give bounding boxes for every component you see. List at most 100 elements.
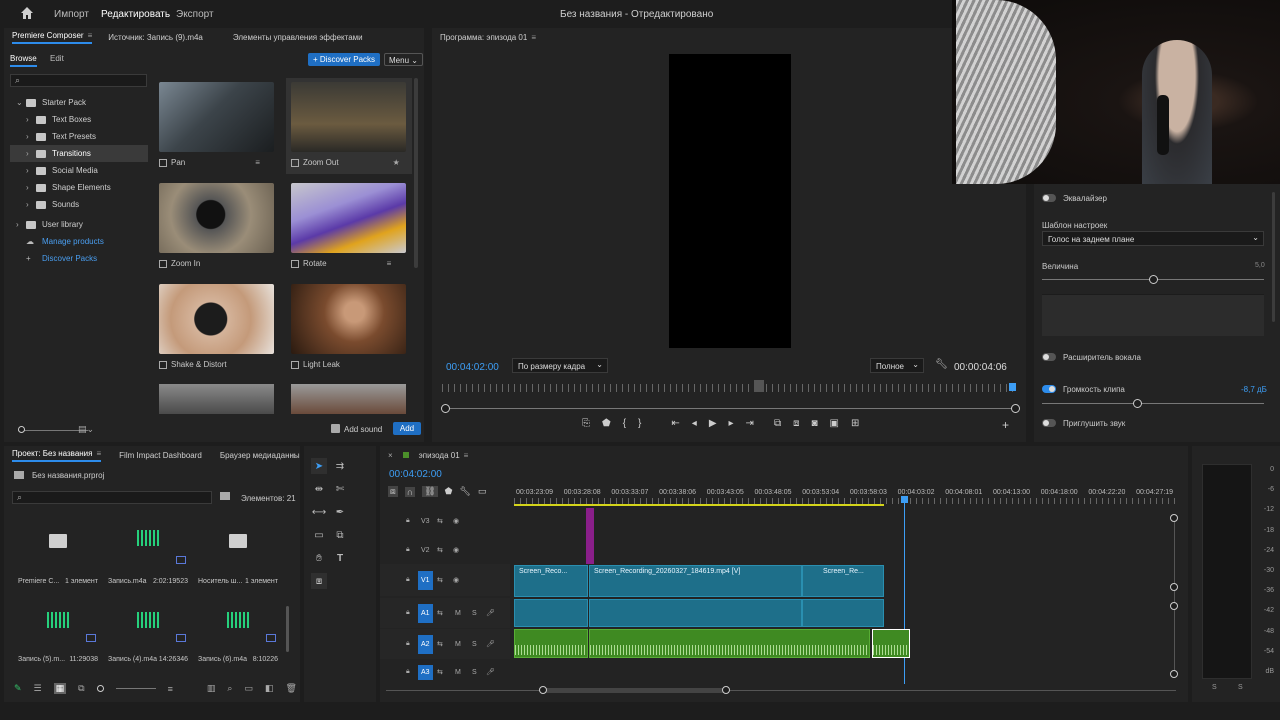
tree-item-starter-pack[interactable]: ⌄ Starter Pack xyxy=(10,94,148,111)
menu-import[interactable]: Импорт xyxy=(54,9,89,20)
clip-v1-a[interactable]: Screen_Reco... xyxy=(514,565,588,597)
tree-item-text-presets[interactable]: › Text Presets xyxy=(10,128,148,145)
clip-a1-c[interactable] xyxy=(802,599,884,627)
menu-icon[interactable]: ≡ xyxy=(255,158,260,167)
snap-icon[interactable]: ∩ xyxy=(404,486,416,497)
export-frame-icon[interactable]: ⎘ xyxy=(582,418,590,429)
project-item-zapis-6[interactable]: Запись (6).m4a 8:10226 xyxy=(198,612,278,672)
list-view-icon[interactable]: ☰ xyxy=(34,683,42,694)
timeline-hscroll-left[interactable] xyxy=(539,686,547,694)
quality-select[interactable]: Полное ⌄ xyxy=(870,358,924,373)
sync-lock-icon[interactable]: ⇆ xyxy=(437,609,443,617)
tab-media-browser[interactable]: Браузер медиаданны xyxy=(220,451,300,460)
ripple-edit-tool-icon[interactable]: ⇹ xyxy=(311,481,327,497)
timeline-hscroll-right[interactable] xyxy=(722,686,730,694)
tree-item-user-library[interactable]: › User library xyxy=(10,216,148,233)
clip-a1-a[interactable] xyxy=(514,599,588,627)
clip-volume-value[interactable]: -8,7 дБ xyxy=(1241,385,1267,394)
sync-lock-icon[interactable]: ⇆ xyxy=(437,517,443,525)
menu-button[interactable]: Menu ⌄ xyxy=(384,53,423,66)
zoom-knob[interactable] xyxy=(96,685,104,692)
new-item-icon[interactable]: ◧ xyxy=(265,683,274,694)
add-sound-checkbox[interactable] xyxy=(331,424,340,433)
sort-icon[interactable]: ≡ xyxy=(168,684,173,694)
project-item-zapis-4[interactable]: Запись (4).m4a 14:26346 xyxy=(108,612,188,672)
clip-v1-c[interactable]: Screen_Re... xyxy=(802,565,884,597)
tree-item-transitions[interactable]: › Transitions xyxy=(10,145,148,162)
eye-icon[interactable]: ◉ xyxy=(453,517,459,525)
trash-icon[interactable]: 🗑︎ xyxy=(285,683,296,694)
thumb-zoom-in[interactable]: Zoom In xyxy=(159,183,277,276)
clip-volume-knob[interactable] xyxy=(1133,399,1142,408)
discover-packs-button[interactable]: + Discover Packs xyxy=(308,53,381,66)
tab-sequence[interactable]: эпизода 01 ≡ xyxy=(419,451,469,460)
remix-tool-icon[interactable]: ⧉ xyxy=(332,527,348,543)
type-tool-icon[interactable]: T xyxy=(332,550,348,566)
meter-solo-right[interactable]: S xyxy=(1238,684,1243,691)
lock-icon[interactable]: 🔒︎ xyxy=(406,576,410,584)
pen-tool-icon[interactable]: ✒ xyxy=(332,504,348,520)
wrench-icon[interactable]: 🔧︎ xyxy=(459,486,470,497)
lock-icon[interactable]: 🔒︎ xyxy=(406,517,410,525)
manage-products-link[interactable]: ☁ Manage products xyxy=(10,233,148,250)
thumb-size-knob[interactable] xyxy=(18,426,25,433)
program-zoom-bar[interactable] xyxy=(446,408,1016,409)
program-zoom-right-knob[interactable] xyxy=(1011,404,1020,413)
play-icon[interactable]: ▶ xyxy=(709,418,717,429)
project-search-input[interactable]: ⌕ xyxy=(12,491,212,504)
go-to-out-icon[interactable]: ⇥ xyxy=(746,418,754,429)
thumb-shake-distort[interactable]: Shake & Distort xyxy=(159,284,277,377)
thumb-rotate[interactable]: Rotate ≡ xyxy=(291,183,409,276)
sync-lock-icon[interactable]: ⇆ xyxy=(437,546,443,554)
solo-icon[interactable]: S xyxy=(472,641,477,648)
timeline-vscroll[interactable] xyxy=(1174,516,1175,678)
mute-icon[interactable]: M xyxy=(455,669,461,676)
track-area[interactable]: Screen_Reco... Screen_Recording_20260327… xyxy=(514,508,1174,686)
discover-packs-link[interactable]: + Discover Packs xyxy=(10,250,148,267)
composer-scrollbar[interactable] xyxy=(414,78,418,268)
program-timecode-left[interactable]: 00:04:02:00 xyxy=(446,362,499,373)
lock-icon[interactable]: 🔒︎ xyxy=(406,546,410,554)
tree-item-text-boxes[interactable]: › Text Boxes xyxy=(10,111,148,128)
home-icon[interactable] xyxy=(20,6,34,20)
nest-icon[interactable]: ⧈ xyxy=(388,486,398,497)
lock-icon[interactable]: 🔒︎ xyxy=(406,609,410,617)
tab-effect-controls[interactable]: Элементы управления эффектами xyxy=(233,33,363,42)
project-item-zapis[interactable]: Запись.m4a 2:02:19523 xyxy=(108,530,188,590)
preset-select[interactable]: Голос на заднем плане ⌄ xyxy=(1042,231,1264,246)
program-playhead[interactable] xyxy=(1009,383,1016,391)
automate-icon[interactable]: ▥ xyxy=(207,683,216,694)
eye-icon[interactable]: ◉ xyxy=(453,576,459,584)
equalizer-toggle[interactable] xyxy=(1042,194,1056,202)
vocal-enhancer-toggle[interactable] xyxy=(1042,353,1056,361)
meter-solo-left[interactable]: S xyxy=(1212,684,1217,691)
program-video-frame[interactable] xyxy=(669,54,791,348)
sync-lock-icon[interactable]: ⇆ xyxy=(437,668,443,676)
caption-tool-icon[interactable]: ⧆ xyxy=(311,573,327,589)
work-area-bar[interactable] xyxy=(514,504,884,506)
timeline-playhead-head[interactable] xyxy=(901,496,908,503)
rectangle-tool-icon[interactable]: ▭ xyxy=(311,527,327,543)
solo-icon[interactable]: S xyxy=(472,610,477,617)
menu-edit[interactable]: Редактировать xyxy=(101,9,170,20)
hand-tool-icon[interactable]: ✋︎ xyxy=(311,550,327,566)
timeline-hscroll[interactable] xyxy=(386,690,1176,691)
program-title[interactable]: Программа: эпизода 01 ≡ xyxy=(440,33,536,42)
amount-knob[interactable] xyxy=(1149,275,1158,284)
lift-icon[interactable]: ⧉ xyxy=(774,418,781,429)
mute-icon[interactable]: M xyxy=(455,641,461,648)
slip-tool-icon[interactable]: ⟷ xyxy=(311,504,327,520)
essential-sound-scrollbar[interactable] xyxy=(1272,192,1275,322)
timeline-vscroll-top[interactable] xyxy=(1170,514,1178,522)
v2-magenta-marker[interactable] xyxy=(586,508,594,564)
find-icon[interactable]: ⌕ xyxy=(227,683,232,694)
clip-a2-a[interactable] xyxy=(514,629,588,658)
track-select-tool-icon[interactable]: ⇉ xyxy=(332,458,348,474)
sync-lock-icon[interactable]: ⇆ xyxy=(437,640,443,648)
lock-icon[interactable]: 🔒︎ xyxy=(406,668,410,676)
project-scrollbar[interactable] xyxy=(286,606,289,652)
add-button[interactable]: Add xyxy=(393,422,421,435)
timeline-hscroll-thumb[interactable] xyxy=(543,688,727,693)
fit-select[interactable]: По размеру кадра ⌄ xyxy=(512,358,608,373)
add-marker-icon[interactable]: ⬟ xyxy=(445,486,453,497)
